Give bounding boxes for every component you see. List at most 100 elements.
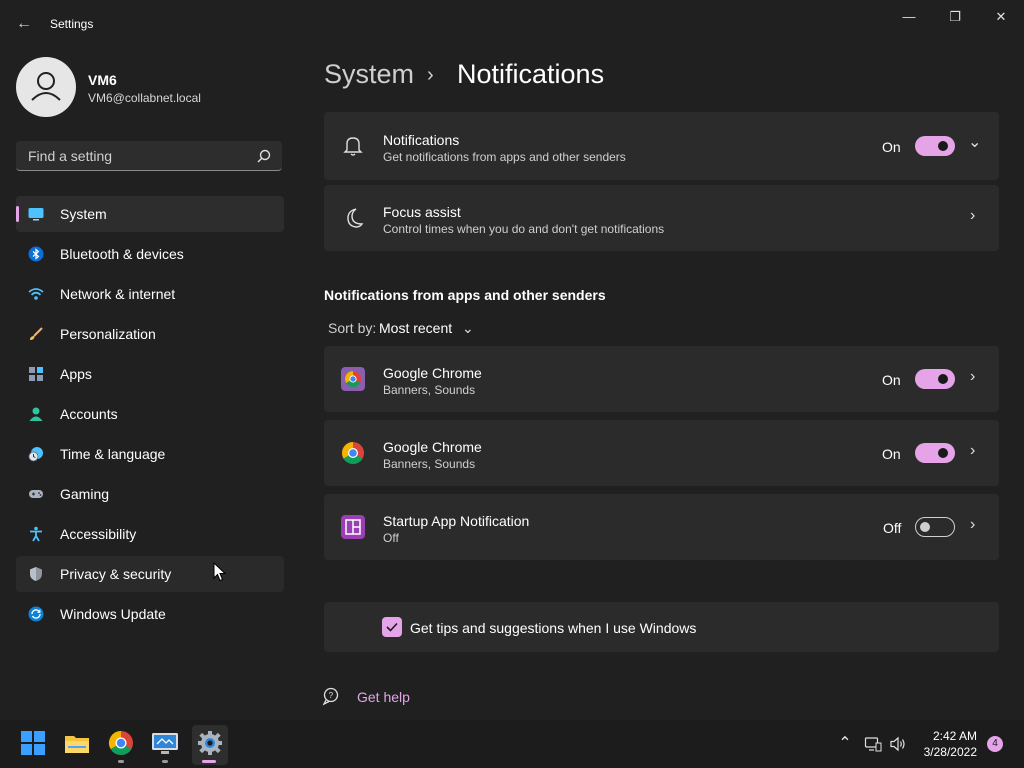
sort-value: Most recent	[379, 320, 453, 336]
chrome-icon	[341, 367, 365, 391]
card-title: Focus assist	[383, 204, 461, 220]
notification-count-badge[interactable]: 4	[987, 736, 1003, 752]
app-name: Google Chrome	[383, 365, 482, 381]
sidebar-item-network[interactable]: Network & internet	[16, 276, 284, 312]
sidebar-item-label: Apps	[60, 366, 92, 382]
app-name: Google Chrome	[383, 439, 482, 455]
chevron-right-icon[interactable]: ›	[970, 207, 975, 225]
accessibility-icon	[30, 526, 42, 542]
app-title: Settings	[50, 17, 94, 31]
start-windows-icon[interactable]	[19, 729, 47, 757]
chevron-right-icon[interactable]: ›	[970, 442, 975, 460]
clock-globe-icon	[28, 447, 43, 462]
person-icon	[29, 407, 43, 421]
app-notification-toggle[interactable]	[915, 369, 955, 389]
toggle-state-label: On	[882, 372, 901, 388]
bell-icon	[343, 137, 363, 156]
help-chat-icon: ?	[322, 687, 339, 706]
sidebar-item-label: System	[60, 206, 107, 222]
chevron-down-icon[interactable]: ⌄	[968, 132, 981, 152]
app-notification-toggle[interactable]	[915, 443, 955, 463]
sidebar-item-accounts[interactable]: Accounts	[16, 396, 284, 432]
apps-icon	[29, 367, 43, 381]
sidebar-nav: System Bluetooth & devices Network & int…	[16, 196, 284, 636]
app-detail: Banners, Sounds	[383, 457, 476, 471]
app-notification-toggle[interactable]	[915, 517, 955, 537]
user-name: VM6	[88, 72, 117, 88]
active-indicator	[16, 206, 19, 222]
active-app-indicator	[202, 760, 216, 763]
update-icon	[28, 606, 44, 622]
sidebar-item-gaming[interactable]: Gaming	[16, 476, 284, 512]
chrome-icon[interactable]	[107, 729, 135, 757]
search-box[interactable]	[16, 141, 282, 171]
app-detail: Off	[383, 531, 399, 545]
chevron-down-icon: ⌄	[462, 320, 474, 336]
maximize-button[interactable]: ❐	[941, 6, 969, 28]
back-arrow-icon[interactable]: ←	[14, 12, 34, 36]
file-explorer-icon[interactable]	[63, 729, 91, 757]
tips-checkbox[interactable]	[382, 617, 402, 637]
card-subtitle: Get notifications from apps and other se…	[383, 150, 626, 164]
chevron-right-icon[interactable]: ›	[970, 368, 975, 386]
tips-label: Get tips and suggestions when I use Wind…	[410, 620, 697, 636]
chevron-right-icon[interactable]: ›	[970, 516, 975, 534]
mouse-cursor-icon	[213, 562, 227, 582]
sidebar-item-label: Time & language	[60, 446, 166, 462]
sidebar-item-label: Personalization	[60, 326, 156, 342]
title-bar	[0, 0, 1024, 48]
app-row[interactable]: Google Chrome Banners, Sounds On ›	[324, 346, 999, 412]
sidebar-item-system[interactable]: System	[16, 196, 284, 232]
moon-icon	[347, 208, 364, 228]
sidebar-item-label: Privacy & security	[60, 566, 172, 582]
notifications-toggle[interactable]	[915, 136, 955, 156]
toggle-state-label: On	[882, 446, 901, 462]
app-row[interactable]: Google Chrome Banners, Sounds On ›	[324, 420, 999, 486]
sidebar-item-personalization[interactable]: Personalization	[16, 316, 284, 352]
sidebar-item-label: Windows Update	[60, 606, 166, 622]
app-row[interactable]: Startup App Notification Off Off ›	[324, 494, 999, 560]
network-icon[interactable]	[864, 735, 882, 753]
sidebar-item-apps[interactable]: Apps	[16, 356, 284, 392]
shield-icon	[30, 567, 42, 581]
sidebar-item-bluetooth[interactable]: Bluetooth & devices	[16, 236, 284, 272]
sidebar-item-windows-update[interactable]: Windows Update	[16, 596, 284, 632]
avatar[interactable]	[16, 57, 76, 117]
section-heading: Notifications from apps and other sender…	[324, 287, 606, 303]
card-title: Notifications	[383, 132, 460, 148]
sort-label: Sort by:	[328, 320, 377, 336]
search-icon[interactable]	[256, 148, 272, 164]
minimize-button[interactable]: —	[895, 6, 923, 28]
sidebar-item-privacy-security[interactable]: Privacy & security	[16, 556, 284, 592]
card-subtitle: Control times when you do and don't get …	[383, 222, 665, 236]
get-help-link[interactable]: Get help	[357, 689, 410, 705]
toggle-state-label: On	[882, 139, 901, 155]
user-email: VM6@collabnet.local	[88, 91, 201, 105]
volume-icon[interactable]	[889, 735, 907, 753]
focus-assist-card[interactable]: Focus assist Control times when you do a…	[324, 185, 999, 251]
sidebar-item-time-language[interactable]: Time & language	[16, 436, 284, 472]
checkmark-icon	[386, 622, 398, 632]
tray-overflow-chevron-icon[interactable]: ⌃	[836, 733, 854, 753]
svg-text:?: ?	[329, 691, 334, 700]
remote-desktop-icon[interactable]	[151, 729, 179, 757]
sidebar-item-accessibility[interactable]: Accessibility	[16, 516, 284, 552]
running-indicator	[162, 760, 168, 763]
clock-time[interactable]: 2:42 AM	[907, 729, 977, 743]
sidebar-item-label: Accessibility	[60, 526, 137, 542]
notifications-setting-card[interactable]: Notifications Get notifications from app…	[324, 112, 999, 180]
app-name: Startup App Notification	[383, 513, 530, 529]
breadcrumb-parent[interactable]: System	[324, 59, 414, 90]
running-indicator	[118, 760, 124, 763]
settings-gear-icon[interactable]	[196, 729, 224, 757]
sidebar-item-label: Gaming	[60, 486, 110, 502]
person-icon	[31, 72, 61, 101]
chrome-icon	[342, 442, 364, 464]
sidebar-item-label: Bluetooth & devices	[60, 246, 184, 262]
search-input[interactable]	[26, 146, 250, 166]
sort-dropdown[interactable]: Most recent ⌄	[379, 320, 474, 337]
wifi-icon	[28, 288, 44, 300]
close-button[interactable]: ✕	[987, 6, 1015, 28]
toggle-state-label: Off	[883, 520, 902, 536]
clock-date[interactable]: 3/28/2022	[907, 745, 977, 759]
